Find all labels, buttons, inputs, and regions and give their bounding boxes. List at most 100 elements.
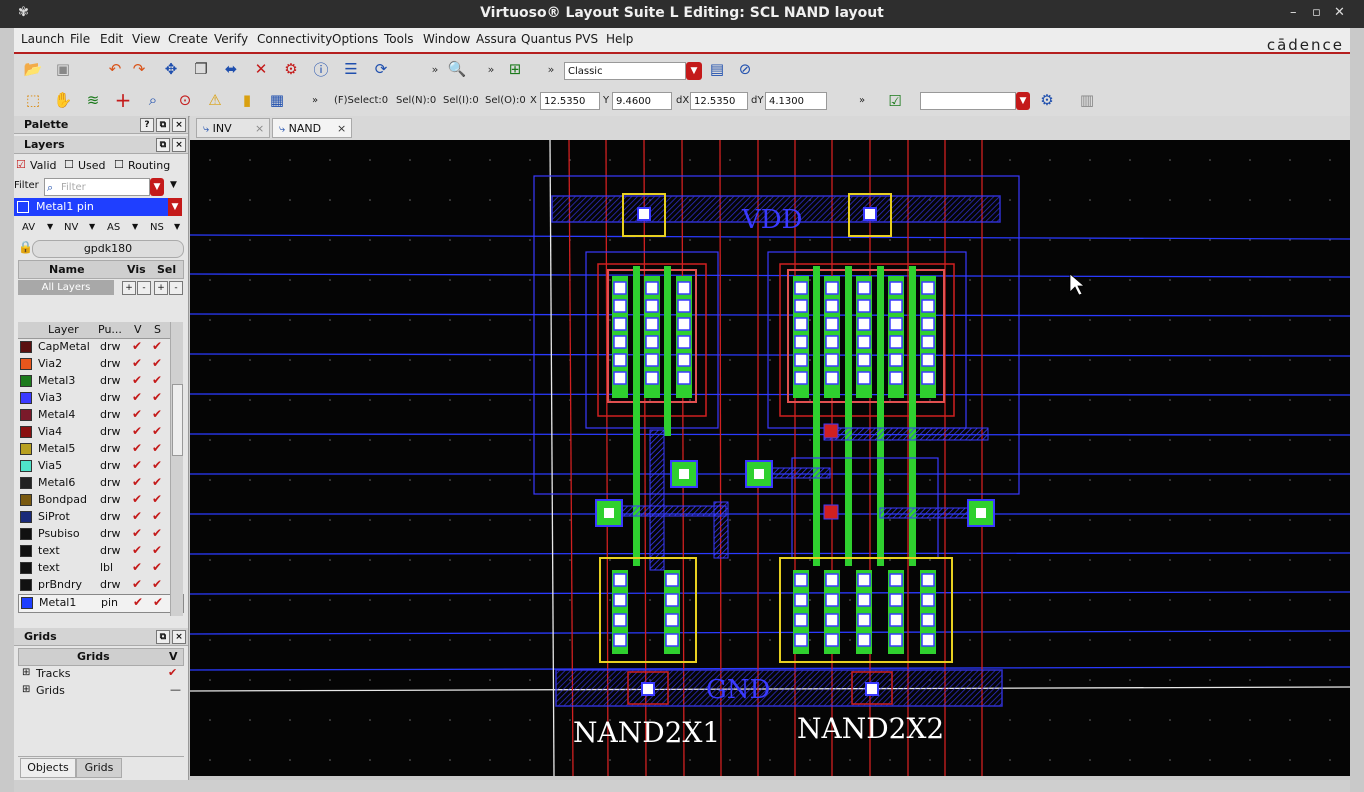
close-layers-icon[interactable]: × — [172, 138, 186, 152]
save-icon[interactable]: ▣ — [52, 58, 74, 80]
layer-row[interactable]: Metal6 drw ✔ ✔ — [18, 475, 182, 492]
stretch-icon[interactable]: ⬌ — [220, 58, 242, 80]
zoom-icon[interactable]: 🔍 — [446, 58, 468, 80]
layer-row[interactable]: text drw ✔ ✔ — [18, 543, 182, 560]
layer-scrollbar[interactable] — [170, 322, 183, 616]
crosshair-icon[interactable]: + — [112, 88, 134, 112]
all-layers-button[interactable]: All Layers — [18, 280, 114, 295]
visible-check-icon[interactable]: ✔ — [132, 577, 142, 591]
sel-plus-icon[interactable]: + — [154, 281, 168, 295]
grids-item-grids[interactable]: ⊞ Grids — — [22, 683, 182, 700]
layer-row[interactable]: SiProt drw ✔ ✔ — [18, 509, 182, 526]
selectable-check-icon[interactable]: ✔ — [152, 441, 162, 455]
layer-row[interactable]: prBndry drw ✔ ✔ — [18, 577, 182, 594]
used-checkbox[interactable]: ☐ — [64, 158, 74, 171]
visible-check-icon[interactable]: ✔ — [132, 424, 142, 438]
maximize-button[interactable]: ▫ — [1312, 5, 1321, 20]
layer-row[interactable]: text lbl ✔ ✔ — [18, 560, 182, 577]
visible-check-icon[interactable]: ✔ — [132, 475, 142, 489]
layer-row[interactable]: Via2 drw ✔ ✔ — [18, 356, 182, 373]
as-dropdown-icon[interactable]: ▼ — [132, 222, 138, 231]
open-folder-icon[interactable]: 📂 — [22, 58, 44, 80]
settings-gear-icon[interactable]: ⚙ — [1036, 89, 1058, 111]
visible-check-icon[interactable]: ✔ — [132, 492, 142, 506]
minimize-button[interactable]: – — [1290, 5, 1297, 20]
dx-field[interactable]: 12.5350 — [690, 92, 748, 110]
tab-inv-close-icon[interactable]: × — [255, 119, 264, 139]
warning-icon[interactable]: ⚠ — [204, 89, 226, 111]
selectable-check-icon[interactable]: ✔ — [152, 509, 162, 523]
filter-dropdown-icon[interactable]: ▼ — [1016, 92, 1030, 110]
menu-edit[interactable]: Edit — [100, 32, 123, 46]
ns-button[interactable]: NS — [150, 222, 164, 233]
panel-icon[interactable]: ▥ — [1076, 89, 1098, 111]
selectable-check-icon[interactable]: ✔ — [152, 390, 162, 404]
workspace-save-icon[interactable]: ▤ — [706, 58, 728, 80]
marker-icon[interactable]: ▮ — [236, 89, 258, 111]
overflow-icon-3[interactable]: » — [540, 58, 562, 80]
help-icon[interactable]: ? — [140, 118, 154, 132]
layer-row[interactable]: Metal1 pin ✔ ✔ — [18, 594, 184, 613]
vis-minus-icon[interactable]: - — [137, 281, 151, 295]
visible-check-icon[interactable]: ✔ — [132, 560, 142, 574]
grids-tab[interactable]: Grids — [76, 758, 122, 778]
overflow-5[interactable]: » — [859, 95, 865, 106]
selectable-check-icon[interactable]: ✔ — [152, 475, 162, 489]
copy-icon[interactable]: ❐ — [190, 58, 212, 80]
selectable-check-icon[interactable]: ✔ — [152, 356, 162, 370]
overflow-4[interactable]: » — [312, 95, 318, 106]
menu-tools[interactable]: Tools — [384, 32, 414, 46]
valid-checkbox[interactable]: ☑ — [16, 158, 26, 171]
menu-connectivity[interactable]: Connectivity — [257, 32, 332, 46]
grids-check-empty[interactable]: — — [170, 683, 181, 696]
align-icon[interactable]: ☰ — [340, 58, 362, 80]
tab-inv[interactable]: ⤷ INV × — [196, 118, 270, 138]
selectable-check-icon[interactable]: ✔ — [152, 373, 162, 387]
workspace-dropdown-icon[interactable]: ▼ — [686, 62, 702, 80]
menu-create[interactable]: Create — [168, 32, 208, 46]
close-grids-icon[interactable]: × — [172, 630, 186, 644]
float-grids-icon[interactable]: ⧉ — [156, 630, 170, 644]
info-icon[interactable]: ⓘ — [310, 58, 332, 80]
menu-help[interactable]: Help — [606, 32, 633, 46]
move-icon[interactable]: ✥ — [160, 58, 182, 80]
layer-row[interactable]: Psubiso drw ✔ ✔ — [18, 526, 182, 543]
current-layer-select[interactable]: Metal1 pin ▼ — [14, 198, 182, 216]
undo-icon[interactable]: ↶ — [104, 58, 126, 80]
delete-icon[interactable]: ✕ — [250, 58, 272, 80]
selectable-check-icon[interactable]: ✔ — [152, 577, 162, 591]
menu-options[interactable]: Options — [332, 32, 378, 46]
layer-row[interactable]: Metal4 drw ✔ ✔ — [18, 407, 182, 424]
expand-icon-2[interactable]: ⊞ — [22, 684, 30, 695]
visible-check-icon[interactable]: ✔ — [132, 509, 142, 523]
y-coord-field[interactable]: 9.4600 — [612, 92, 672, 110]
layer-stack-icon[interactable]: ≋ — [82, 89, 104, 111]
layer-row[interactable]: Metal3 drw ✔ ✔ — [18, 373, 182, 390]
selectable-check-icon[interactable]: ✔ — [152, 526, 162, 540]
menu-pvs[interactable]: PVS — [575, 32, 598, 46]
selectable-check-icon[interactable]: ✔ — [153, 595, 163, 609]
selectable-check-icon[interactable]: ✔ — [152, 543, 162, 557]
sel-minus-icon[interactable]: - — [169, 281, 183, 295]
ns-dropdown-icon[interactable]: ▼ — [174, 222, 180, 231]
close-button[interactable]: ✕ — [1334, 5, 1345, 20]
search-net-icon[interactable]: ⌕ — [142, 89, 164, 111]
tab-nand-close-icon[interactable]: × — [337, 119, 346, 139]
objects-tab[interactable]: Objects — [20, 758, 76, 778]
overflow-icon[interactable]: » — [424, 58, 446, 80]
refresh-icon[interactable]: ⟳ — [370, 58, 392, 80]
tracks-check-icon[interactable]: ✔ — [168, 666, 177, 679]
menu-file[interactable]: File — [70, 32, 90, 46]
hand-icon[interactable]: ✋ — [52, 89, 74, 111]
tech-lib-button[interactable]: gpdk180 — [32, 240, 184, 258]
redo-icon[interactable]: ↷ — [128, 58, 150, 80]
layer-row[interactable]: Via4 drw ✔ ✔ — [18, 424, 182, 441]
selectable-check-icon[interactable]: ✔ — [152, 492, 162, 506]
property-icon[interactable]: ⚙ — [280, 58, 302, 80]
selectable-check-icon[interactable]: ✔ — [152, 339, 162, 353]
menu-assura[interactable]: Assura — [476, 32, 517, 46]
check-icon[interactable]: ☑ — [884, 90, 906, 112]
layer-row[interactable]: Metal5 drw ✔ ✔ — [18, 441, 182, 458]
workspace-select[interactable]: Classic — [564, 62, 686, 80]
selectable-check-icon[interactable]: ✔ — [152, 560, 162, 574]
